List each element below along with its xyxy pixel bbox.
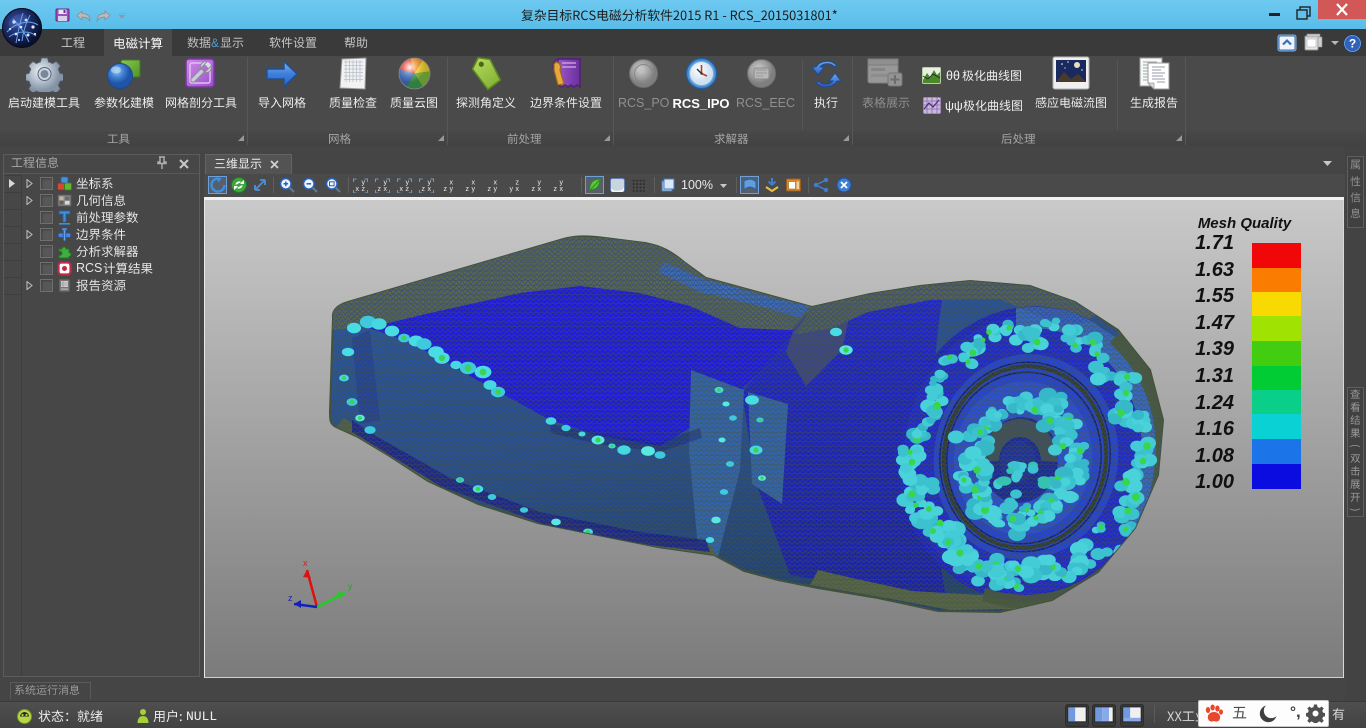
svg-text:z: z bbox=[554, 186, 558, 193]
svg-text:y: y bbox=[348, 581, 353, 591]
svg-text:y: y bbox=[538, 180, 542, 187]
svg-text:z: z bbox=[444, 186, 448, 193]
svg-text:z: z bbox=[466, 186, 470, 193]
svg-text:z: z bbox=[288, 593, 293, 603]
svg-text:?: ? bbox=[1349, 37, 1356, 51]
svg-text:x: x bbox=[472, 180, 476, 187]
svg-text:z: z bbox=[516, 180, 520, 187]
svg-text:x: x bbox=[303, 558, 308, 568]
svg-text:x: x bbox=[494, 180, 498, 187]
svg-text:y: y bbox=[494, 186, 498, 193]
svg-text:y: y bbox=[510, 186, 514, 193]
svg-text:y: y bbox=[560, 180, 564, 187]
svg-text:y: y bbox=[450, 186, 454, 193]
svg-text:z: z bbox=[488, 186, 492, 193]
svg-text:y: y bbox=[472, 186, 476, 193]
svg-text:x: x bbox=[516, 186, 520, 193]
svg-text:x: x bbox=[450, 180, 454, 187]
svg-text:x: x bbox=[560, 186, 564, 193]
svg-text:z: z bbox=[532, 186, 536, 193]
svg-text:x: x bbox=[538, 186, 542, 193]
